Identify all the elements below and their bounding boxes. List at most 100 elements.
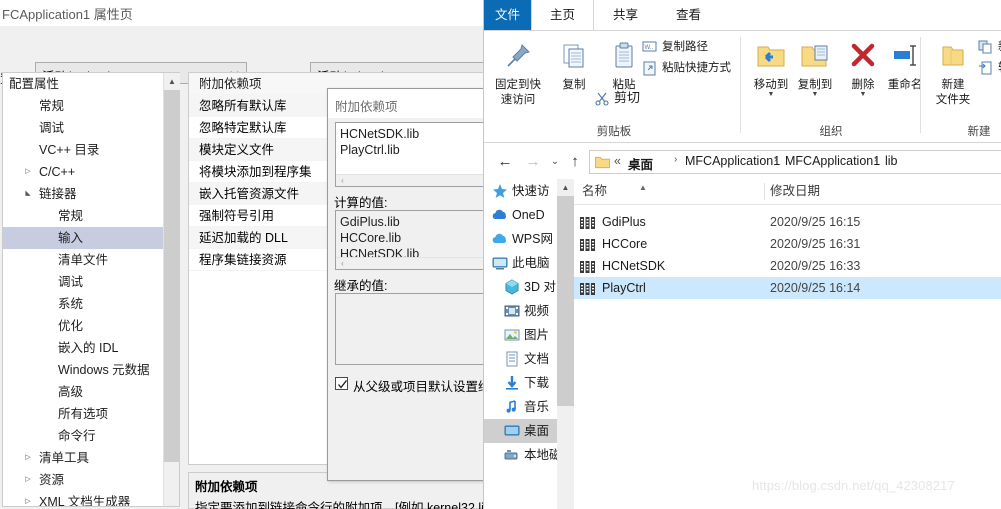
nav-pane-scrollbar[interactable]: ▲ <box>557 179 574 509</box>
nav-item-downloads[interactable]: 下载 <box>484 371 557 395</box>
dep-edit-hscrollbar[interactable]: ‹ <box>336 174 489 186</box>
breadcrumb-item[interactable]: MFCApplication1 <box>785 154 880 168</box>
ribbon-tab-4[interactable]: 查看 <box>657 0 720 30</box>
triangle-right-icon[interactable]: ▷ <box>21 469 35 491</box>
dependency-line: HCCore.lib <box>340 231 402 245</box>
calculated-value-lines: GdiPlus.lib HCCore.lib HCNetSDK.lib <box>336 211 489 262</box>
recent-locations-button[interactable]: ⌄ <box>544 151 566 173</box>
vs-configuration-row: 置(C): 活动(Debug) 平台(P): 活动(Win32) <box>0 26 505 86</box>
copy-button[interactable]: 复制 <box>546 35 602 92</box>
scroll-left-icon[interactable]: ‹ <box>337 175 348 187</box>
triangle-right-icon[interactable]: ▷ <box>21 161 35 183</box>
lib-file-icon <box>580 237 595 251</box>
nav-item-onedrive[interactable]: OneD <box>484 203 557 227</box>
file-list[interactable]: 名称 ▲ 修改日期 GdiPlus 2020/9/25 16:15 HCCore 202… <box>574 179 1001 509</box>
tree-item[interactable]: ▷ XML 文档生成器 <box>3 491 163 506</box>
nav-item-wps-cloud[interactable]: WPS网 <box>484 227 557 251</box>
ribbon-tab-3[interactable]: 共享 <box>594 0 657 30</box>
nav-item-desktop[interactable]: 桌面 <box>484 419 557 443</box>
breadcrumb[interactable]: «桌面 › MFCApplication1 › MFCApplication1 › lib <box>589 150 1001 174</box>
forward-button[interactable]: → <box>522 151 544 173</box>
triangle-right-icon[interactable]: ▷ <box>21 447 35 469</box>
nav-item-label: WPS网 <box>512 232 553 246</box>
downloads-icon <box>504 375 520 391</box>
tree-item[interactable]: 系统 <box>3 293 163 315</box>
inherit-defaults-checkbox-row[interactable]: 从父级或项目默认设置继 <box>335 376 495 394</box>
tree-item[interactable]: VC++ 目录 <box>3 139 163 161</box>
breadcrumb-separator[interactable]: › <box>774 154 777 165</box>
scroll-up-icon[interactable]: ▲ <box>164 73 180 90</box>
tree-item[interactable]: 清单文件 <box>3 249 163 271</box>
tree-item[interactable]: 调试 <box>3 117 163 139</box>
nav-item-music[interactable]: 音乐 <box>484 395 557 419</box>
nav-item-computer[interactable]: 此电脑 <box>484 251 557 275</box>
tree-item[interactable]: 所有选项 <box>3 403 163 425</box>
nav-item-pictures[interactable]: 图片 <box>484 323 557 347</box>
nav-item-videos[interactable]: 视频 <box>484 299 557 323</box>
breadcrumb-separator[interactable]: › <box>874 154 877 165</box>
up-button[interactable]: ↑ <box>564 151 586 173</box>
tree-item[interactable]: 常规 <box>3 95 163 117</box>
dep-dialog-title: 附加依赖项 <box>335 100 398 114</box>
scroll-up-icon[interactable]: ▲ <box>557 179 574 196</box>
file-modified-date: 2020/9/25 16:14 <box>770 281 861 295</box>
tree-item-label: 输入 <box>58 231 84 245</box>
tree-item[interactable]: 高级 <box>3 381 163 403</box>
paste-shortcut-label: 粘贴快捷方式 <box>662 62 731 74</box>
tree-item[interactable]: 命令行 <box>3 425 163 447</box>
triangle-down-icon[interactable]: ◢ <box>21 183 35 205</box>
tree-item-label: Windows 元数据 <box>58 363 150 377</box>
vs-tree-scrollbar[interactable]: ▲ <box>163 73 180 506</box>
tree-item[interactable]: ▷ 资源 <box>3 469 163 491</box>
tree-item-label: 命令行 <box>58 429 96 443</box>
vs-settings-tree[interactable]: ◢配置属性常规调试VC++ 目录▷C/C++◢链接器常规输入清单文件调试系统优化… <box>3 73 163 506</box>
tree-item[interactable]: ▷ 清单工具 <box>3 447 163 469</box>
nav-item-3d-objects[interactable]: 3D 对 <box>484 275 557 299</box>
scrollbar-thumb[interactable] <box>557 196 574 406</box>
tree-item[interactable]: 优化 <box>3 315 163 337</box>
tree-item[interactable]: 调试 <box>3 271 163 293</box>
tree-item[interactable]: Windows 元数据 <box>3 359 163 381</box>
paste-shortcut-icon <box>642 60 658 76</box>
scroll-left-icon[interactable]: ‹ <box>337 258 348 269</box>
nav-item-local-disk[interactable]: 本地磁 <box>484 443 557 467</box>
column-header-name[interactable]: 名称 ▲ <box>582 179 647 204</box>
breadcrumb-item[interactable]: lib <box>885 154 898 168</box>
tree-item[interactable]: 输入 <box>3 227 163 249</box>
easy-access-icon <box>978 60 994 76</box>
triangle-right-icon[interactable]: ▷ <box>21 491 35 506</box>
nav-item-star[interactable]: 快速访 <box>484 179 557 203</box>
breadcrumb-overflow-icon[interactable]: « <box>614 154 621 168</box>
file-row[interactable]: HCCore 2020/9/25 16:31 <box>574 233 1001 255</box>
breadcrumb-separator[interactable]: › <box>674 154 677 165</box>
back-button[interactable]: ← <box>494 151 516 173</box>
wps-cloud-icon <box>492 231 508 247</box>
file-row[interactable]: PlayCtrl 2020/9/25 16:14 <box>574 277 1001 299</box>
tree-item[interactable]: 嵌入的 IDL <box>3 337 163 359</box>
tree-item[interactable]: ▷ C/C++ <box>3 161 163 183</box>
ribbon-tab-2[interactable]: 主页 <box>531 0 594 30</box>
chevron-down-icon[interactable]: ▼ <box>835 91 891 98</box>
tree-item[interactable]: ◢ 配置属性 <box>3 73 163 95</box>
breadcrumb-item[interactable]: MFCApplication1 <box>685 154 780 168</box>
ribbon-tab-1[interactable]: 文件 <box>484 0 531 30</box>
triangle-down-icon[interactable]: ◢ <box>3 73 5 95</box>
tree-item[interactable]: 常规 <box>3 205 163 227</box>
new-folder-button[interactable]: 新建 文件夹 <box>925 35 981 107</box>
tree-item-label: 所有选项 <box>58 407 109 421</box>
nav-item-documents[interactable]: 文档 <box>484 347 557 371</box>
dependencies-edit-box[interactable]: HCNetSDK.lib PlayCtrl.lib ‹ <box>335 122 489 187</box>
tree-item[interactable]: ◢ 链接器 <box>3 183 163 205</box>
column-divider[interactable] <box>764 183 765 200</box>
scrollbar-thumb[interactable] <box>164 90 180 462</box>
dep-calc-hscrollbar[interactable]: ‹ <box>336 257 489 269</box>
checkmark-icon <box>338 380 348 389</box>
file-row[interactable]: HCNetSDK 2020/9/25 16:33 <box>574 255 1001 277</box>
file-row[interactable]: GdiPlus 2020/9/25 16:15 <box>574 211 1001 233</box>
inherit-defaults-checkbox[interactable] <box>335 377 348 390</box>
column-header-date[interactable]: 修改日期 <box>770 179 820 204</box>
breadcrumb-item[interactable]: 桌面 <box>628 154 653 173</box>
ribbon-group-organize: 移动到 ▼ 复制到 ▼ 删除 ▼ 重命名 组织 <box>741 31 922 143</box>
navigation-pane[interactable]: 快速访 OneD WPS网此电脑 3D 对视频 图片 文档 下载 音乐 桌面 本地磁 <box>484 179 557 509</box>
pin-to-quick-access-button[interactable]: 固定到快 速访问 <box>490 35 546 107</box>
